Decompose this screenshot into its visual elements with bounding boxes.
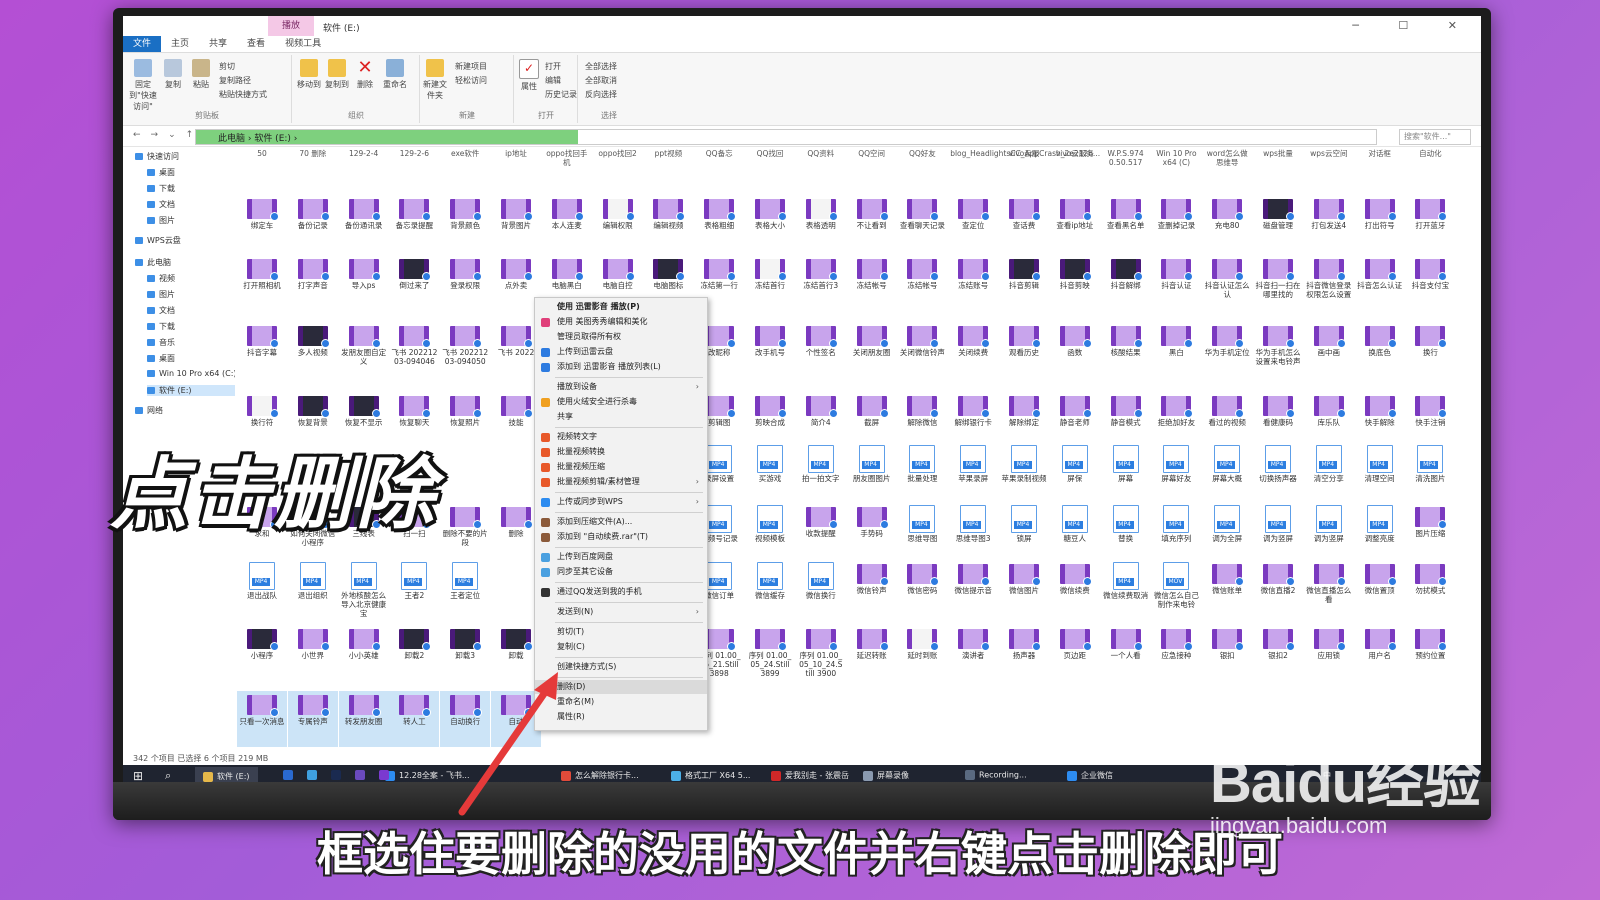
watermark-line1: Baidu经验 [1210, 750, 1481, 815]
baidu-watermark: Baidu经验 jingyan.baidu.com [1210, 735, 1481, 839]
caption-overlay: 点击删除 [110, 450, 439, 540]
